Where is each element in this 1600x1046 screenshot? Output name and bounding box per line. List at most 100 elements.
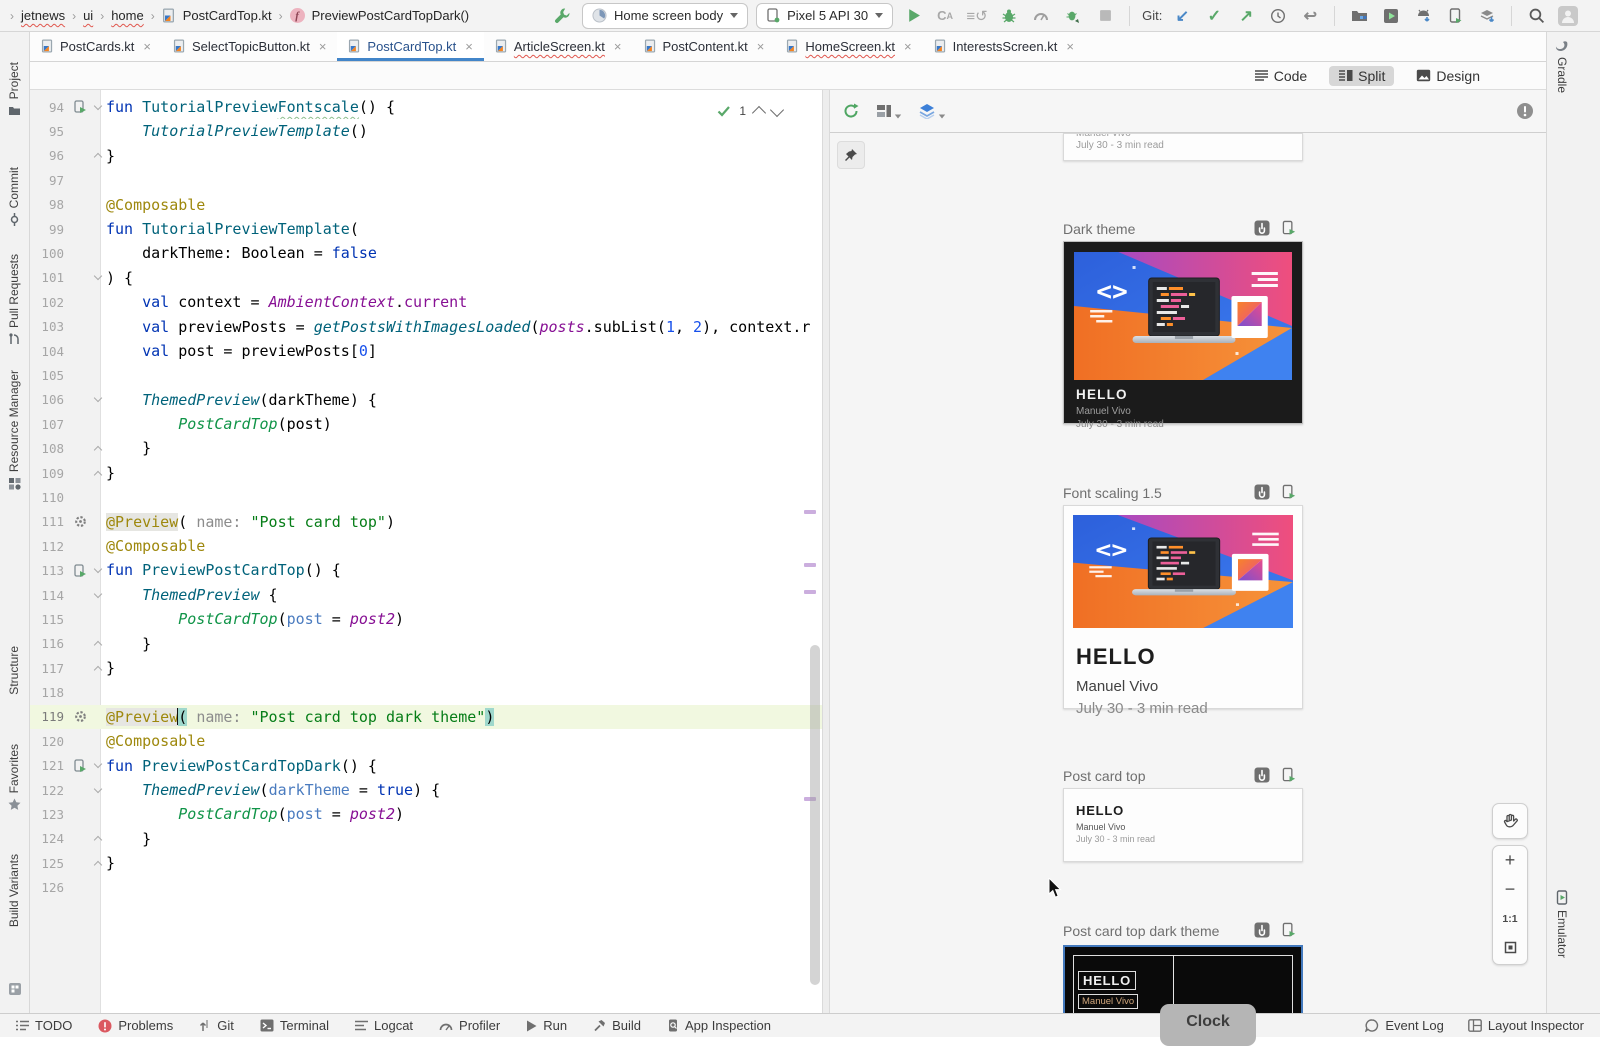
tab-selecttopicbutton[interactable]: SelectTopicButton.kt× (162, 32, 337, 61)
device-file-explorer-button[interactable] (1443, 4, 1467, 28)
breadcrumb-module[interactable]: jetnews (21, 8, 65, 23)
preview-card-post-card-top[interactable]: HELLO Manuel Vivo July 30 - 3 min read (1063, 788, 1303, 862)
code-line[interactable]: 123 PostCardTop(post = post2) (30, 802, 822, 826)
preview-card-dark-bounds[interactable]: HELLO Manuel Vivo (1063, 945, 1303, 1013)
run-preview-on-device-icon[interactable] (1282, 767, 1297, 783)
statusbar-item-profiler[interactable]: Profiler (439, 1018, 500, 1033)
profiler-button[interactable] (1029, 4, 1053, 28)
sidebar-item-pull-requests[interactable]: Pull Requests (0, 254, 28, 346)
sidebar-item-project[interactable]: Project (0, 62, 28, 117)
statusbar-item-layout-inspector[interactable]: Layout Inspector (1468, 1018, 1584, 1033)
preview-settings-gear-icon[interactable] (74, 515, 87, 528)
code-line[interactable]: 113fun PreviewPostCardTop() { (30, 558, 822, 582)
code-line[interactable]: 109} (30, 461, 822, 485)
breadcrumb-function[interactable]: PreviewPostCardTopDark() (312, 8, 470, 23)
code-line[interactable]: 106 ThemedPreview(darkTheme) { (30, 388, 822, 412)
tool-window-switcher-icon[interactable] (8, 982, 22, 996)
interactive-preview-icon[interactable] (1254, 484, 1270, 500)
pan-tool-button[interactable] (1492, 803, 1528, 839)
run-preview-gutter-icon[interactable] (73, 100, 87, 114)
git-push-button[interactable]: ↗ (1234, 4, 1258, 28)
code-line[interactable]: 122 ThemedPreview(darkTheme = true) { (30, 778, 822, 802)
sidebar-item-build-variants[interactable]: Build Variants (0, 854, 28, 927)
code-line[interactable]: 100 darkTheme: Boolean = false (30, 241, 822, 265)
gutter-icon-slot[interactable] (70, 100, 90, 114)
statusbar-item-event-log[interactable]: Event Log (1365, 1018, 1444, 1033)
avd-manager-button[interactable] (1379, 4, 1403, 28)
sdk-manager-button[interactable] (1411, 4, 1435, 28)
preview-panel[interactable]: Manuel Vivo July 30 - 3 min read Dark th… (830, 133, 1546, 1013)
breadcrumb-file[interactable]: PostCardTop.kt (183, 8, 272, 23)
code-line[interactable]: 97 (30, 168, 822, 192)
sidebar-item-emulator[interactable]: Emulator (1548, 890, 1576, 958)
code-line[interactable]: 102 val context = AmbientContext.current (30, 290, 822, 314)
zoom-in-button[interactable]: + (1493, 846, 1527, 875)
code-line[interactable]: 110 (30, 485, 822, 509)
fold-marker[interactable] (90, 151, 106, 160)
sidebar-item-favorites[interactable]: Favorites (0, 744, 28, 811)
tab-homescreen[interactable]: HomeScreen.kt× (775, 32, 922, 61)
fold-marker[interactable] (90, 106, 106, 109)
mode-split-button[interactable]: Split (1329, 66, 1394, 86)
statusbar-item-run[interactable]: Run (526, 1018, 567, 1033)
run-preview-on-device-icon[interactable] (1282, 220, 1297, 236)
code-line[interactable]: 126 (30, 876, 822, 900)
inspection-widget[interactable]: 1 (713, 102, 786, 120)
run-preview-gutter-icon[interactable] (73, 564, 87, 578)
code-line[interactable]: 124 } (30, 827, 822, 851)
breadcrumb-package-home[interactable]: home (111, 8, 144, 23)
code-line[interactable]: 98@Composable (30, 193, 822, 217)
code-line[interactable]: 105 (30, 363, 822, 387)
code-line[interactable]: 114 ThemedPreview { (30, 583, 822, 607)
run-preview-on-device-icon[interactable] (1282, 484, 1297, 500)
run-preview-on-device-icon[interactable] (1282, 922, 1297, 938)
zoom-out-button[interactable]: − (1493, 875, 1527, 904)
fold-marker[interactable] (90, 398, 106, 401)
zoom-actual-size-button[interactable]: 1:1 (1493, 904, 1527, 933)
statusbar-item-build[interactable]: Build (593, 1018, 641, 1033)
fold-marker[interactable] (90, 664, 106, 673)
code-line[interactable]: 111@Preview( name: "Post card top") (30, 510, 822, 534)
preview-card-dark-theme[interactable]: HELLO Manuel Vivo July 30 - 3 min read (1063, 241, 1303, 424)
breadcrumb-package-ui[interactable]: ui (83, 8, 93, 23)
mode-code-button[interactable]: Code (1248, 66, 1313, 86)
next-issue-icon[interactable] (770, 103, 784, 117)
run-button[interactable] (901, 4, 925, 28)
git-update-button[interactable]: ↙ (1170, 4, 1194, 28)
edit-configuration-wrench-icon[interactable] (550, 4, 574, 28)
sidebar-item-gradle[interactable]: Gradle (1548, 40, 1576, 93)
statusbar-item-terminal[interactable]: Terminal (260, 1018, 329, 1033)
preview-view-options-icon[interactable] (876, 103, 902, 119)
search-everywhere-icon[interactable] (1524, 4, 1548, 28)
close-icon[interactable]: × (1066, 39, 1074, 54)
tab-postcards[interactable]: PostCards.kt× (30, 32, 162, 61)
zoom-to-fit-button[interactable] (1493, 933, 1527, 962)
editor-scrollbar[interactable] (810, 645, 820, 985)
stop-button[interactable] (1093, 4, 1117, 28)
close-icon[interactable]: × (319, 39, 327, 54)
fold-marker[interactable] (90, 859, 106, 868)
code-line[interactable]: 108 } (30, 436, 822, 460)
preview-card-partial[interactable]: Manuel Vivo July 30 - 3 min read (1063, 133, 1303, 161)
code-line[interactable]: 115 PostCardTop(post = post2) (30, 607, 822, 631)
fold-marker[interactable] (90, 569, 106, 572)
apply-changes-button[interactable]: CA (933, 4, 957, 28)
code-line[interactable]: 116 } (30, 632, 822, 656)
interactive-preview-icon[interactable] (1254, 220, 1270, 236)
editor-preview-splitter[interactable] (822, 90, 830, 1013)
statusbar-item-app-inspection[interactable]: App Inspection (667, 1018, 771, 1033)
sidebar-item-commit[interactable]: Commit (0, 167, 28, 226)
debug-button[interactable] (997, 4, 1021, 28)
sidebar-item-structure[interactable]: Structure (0, 646, 28, 695)
run-configuration-dropdown[interactable]: Home screen body (582, 3, 748, 29)
code-line[interactable]: 103 val previewPosts = getPostsWithImage… (30, 315, 822, 339)
tab-postcontent[interactable]: PostContent.kt× (633, 32, 776, 61)
statusbar-item-git[interactable]: Git (199, 1018, 234, 1033)
code-line[interactable]: 119@Preview( name: "Post card top dark t… (30, 705, 822, 729)
fold-marker[interactable] (90, 789, 106, 792)
fold-marker[interactable] (90, 469, 106, 478)
interactive-preview-icon[interactable] (1254, 767, 1270, 783)
code-line[interactable]: 118 (30, 680, 822, 704)
git-commit-button[interactable]: ✓ (1202, 4, 1226, 28)
gutter-icon-slot[interactable] (70, 759, 90, 773)
